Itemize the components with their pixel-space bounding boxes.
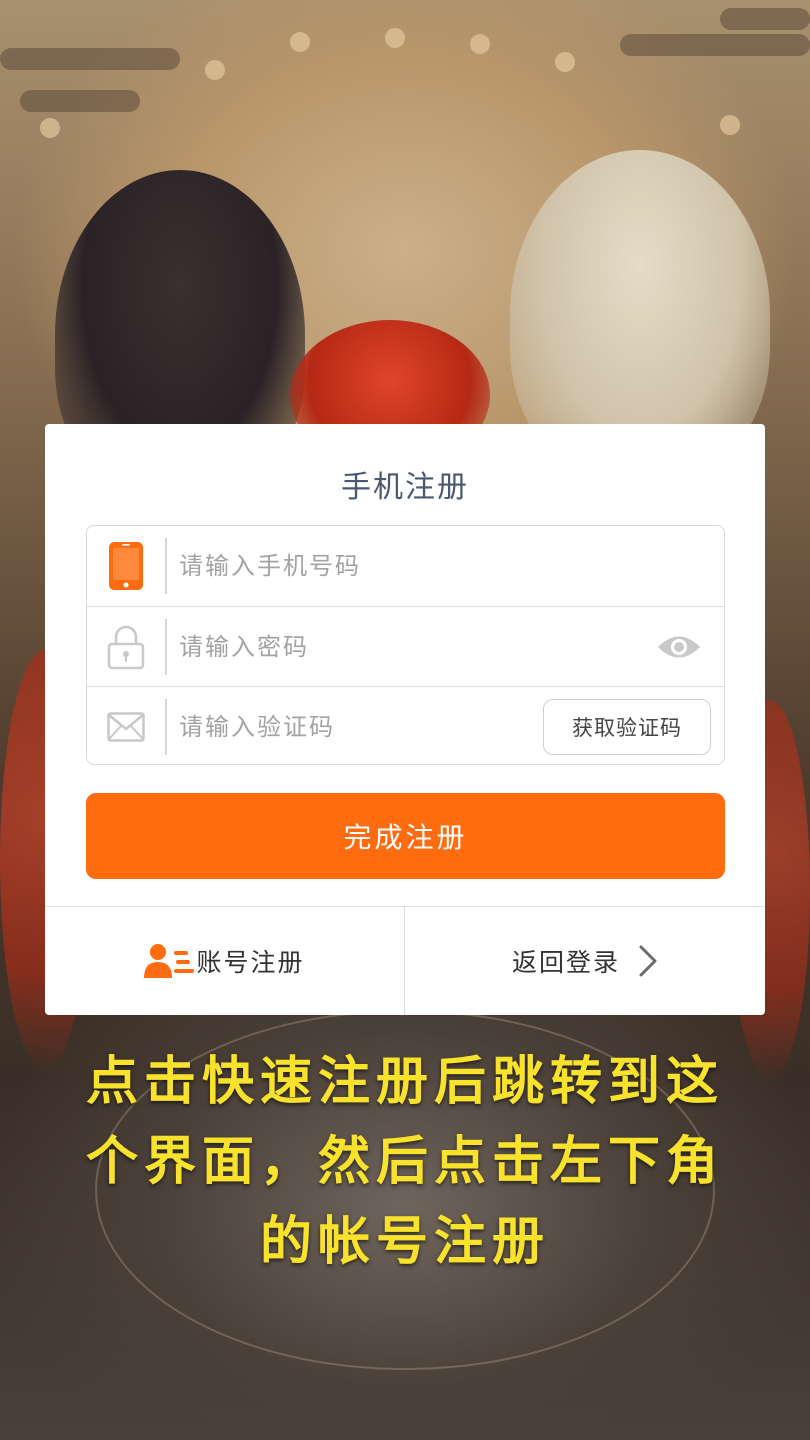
row-divider <box>165 699 167 755</box>
back-login-label: 返回登录 <box>511 948 620 977</box>
decor-dot <box>555 52 575 72</box>
phone-input[interactable] <box>179 546 539 586</box>
account-register-link[interactable]: 账号注册 <box>45 907 404 1015</box>
caption-line-3: 的帐号注册 <box>259 1212 550 1272</box>
user-list-icon <box>144 942 196 980</box>
smartphone-icon <box>107 538 145 594</box>
back-to-login-link[interactable]: 返回登录 <box>405 907 765 1015</box>
account-register-label: 账号注册 <box>196 948 305 977</box>
decor-dot <box>40 118 60 138</box>
get-code-button[interactable]: 获取验证码 <box>543 699 711 755</box>
decor-dot <box>385 28 405 48</box>
code-row: 获取验证码 <box>87 686 724 766</box>
dialog-title: 手机注册 <box>341 470 469 505</box>
chevron-right-icon <box>638 944 658 978</box>
row-divider <box>165 619 167 675</box>
eye-icon[interactable] <box>656 627 702 667</box>
password-row <box>87 606 724 686</box>
row-divider <box>165 538 167 594</box>
decor-dot <box>720 115 740 135</box>
code-input[interactable] <box>179 707 439 747</box>
decor-dot <box>290 32 310 52</box>
lock-icon <box>107 619 145 675</box>
password-input[interactable] <box>179 627 539 667</box>
phone-row <box>87 526 724 606</box>
complete-register-button[interactable]: 完成注册 <box>86 793 725 879</box>
decor-dot <box>470 34 490 54</box>
caption-line-2: 个界面，然后点击左下角 <box>85 1132 724 1192</box>
cloud-band <box>0 48 180 70</box>
cloud-band <box>20 90 140 112</box>
envelope-icon <box>107 699 145 755</box>
caption-line-1: 点击快速注册后跳转到这 <box>85 1052 724 1112</box>
register-form: 获取验证码 <box>86 525 725 765</box>
cloud-band <box>620 34 810 56</box>
decor-dot <box>205 60 225 80</box>
cloud-band <box>720 8 810 30</box>
